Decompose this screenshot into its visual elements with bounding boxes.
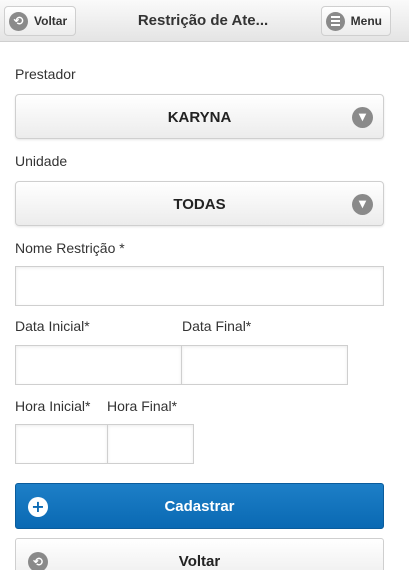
- data-final-label: Data Final*: [182, 318, 252, 334]
- header-back-label: Voltar: [34, 14, 68, 28]
- back-arrow-icon: ⟲: [9, 11, 28, 31]
- hora-inicial-input[interactable]: [15, 424, 108, 464]
- cadastrar-label: Cadastrar: [164, 497, 235, 515]
- voltar-label: Voltar: [178, 552, 221, 570]
- unidade-select[interactable]: TODAS ▼: [15, 181, 384, 226]
- data-final-input[interactable]: [181, 345, 348, 385]
- page-title: Restrição de Ate...: [137, 12, 269, 29]
- data-inicial-label: Data Inicial*: [15, 318, 90, 334]
- nome-restricao-label: Nome Restrição *: [15, 240, 125, 256]
- data-inicial-input[interactable]: [15, 345, 182, 385]
- hora-final-input[interactable]: [107, 424, 194, 464]
- unidade-selected-value: TODAS: [173, 196, 226, 213]
- header-back-button[interactable]: ⟲ Voltar: [4, 6, 77, 36]
- plus-icon: +: [28, 497, 48, 517]
- cadastrar-button[interactable]: + Cadastrar: [15, 483, 384, 529]
- voltar-button[interactable]: ⟲ Voltar: [15, 538, 384, 570]
- hora-inicial-label: Hora Inicial*: [15, 398, 91, 414]
- chevron-down-icon: ▼: [352, 194, 373, 215]
- header-menu-label: Menu: [350, 14, 382, 28]
- header-menu-button[interactable]: Menu: [320, 6, 391, 36]
- prestador-selected-value: KARYNA: [167, 109, 232, 126]
- header-bar: ⟲ Voltar Restrição de Ate... Menu: [0, 0, 409, 42]
- unidade-label: Unidade: [15, 153, 68, 169]
- prestador-select[interactable]: KARYNA ▼: [15, 94, 384, 139]
- back-arrow-icon: ⟲: [28, 552, 48, 570]
- nome-restricao-input[interactable]: [15, 266, 384, 306]
- chevron-down-icon: ▼: [352, 107, 373, 128]
- prestador-label: Prestador: [15, 66, 76, 82]
- hamburger-icon: [325, 11, 345, 31]
- hora-final-label: Hora Final*: [107, 398, 178, 414]
